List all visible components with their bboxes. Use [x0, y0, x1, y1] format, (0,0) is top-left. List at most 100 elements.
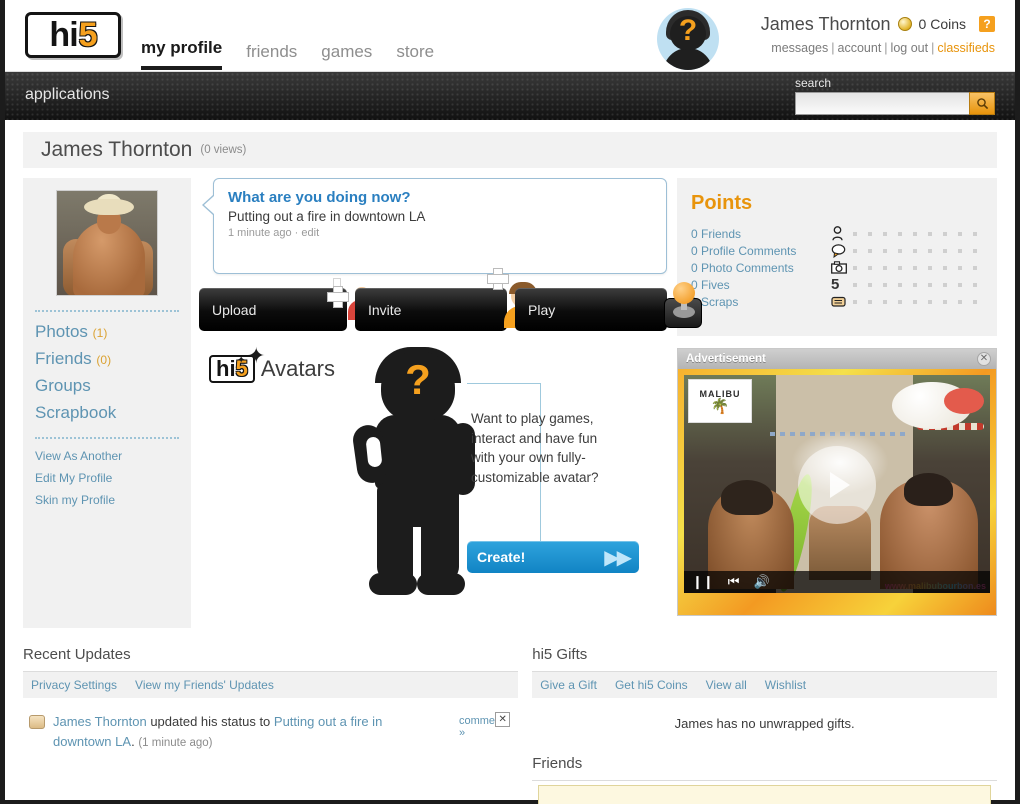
link-separator-1: |	[831, 41, 835, 55]
photo-hat-brim	[84, 199, 134, 215]
link-get-hi5-coins[interactable]: Get hi5 Coins	[615, 678, 688, 692]
photo-upload-icon	[327, 278, 376, 320]
play-overlay-button[interactable]	[798, 445, 876, 524]
previous-button[interactable]: ⏮	[728, 574, 740, 590]
advertisement-header: Advertisement ✕	[678, 349, 996, 369]
points-title: Points	[691, 192, 753, 214]
link-view-friends-updates[interactable]: View my Friends' Updates	[135, 678, 274, 692]
ad-scene-person-right-head	[904, 473, 954, 506]
figure-shoe-left	[369, 573, 417, 595]
update-period: .	[131, 733, 135, 749]
avatars-promo: hi5 Avatars ✦ ✦ ? Want to play games, in…	[199, 341, 667, 603]
action-buttons: Upload Invite Play	[199, 268, 702, 331]
hi5-logo[interactable]: hi 5	[25, 12, 121, 58]
camera-icon	[831, 261, 853, 274]
sidebar-item-friends[interactable]: Friends (0)	[35, 349, 179, 369]
left-main-column: Photos (1) Friends (0) Groups Scrapbook …	[23, 178, 702, 628]
malibu-logo: MALIBU 🌴	[688, 379, 752, 423]
user-links: messages | account | log out | classifieds	[761, 41, 995, 55]
five-icon: 5	[831, 276, 840, 293]
main-body: Photos (1) Friends (0) Groups Scrapbook …	[23, 178, 997, 628]
person-icon	[831, 226, 853, 241]
page-root: hi 5 my profile friends games store ? Jam…	[0, 0, 1020, 804]
sidebar-item-view-as-another[interactable]: View As Another	[35, 449, 179, 463]
speech-bubble-glyph	[831, 243, 846, 258]
dismiss-update-button[interactable]: ✕	[495, 712, 511, 727]
link-classifieds[interactable]: classifieds	[937, 41, 995, 55]
pause-button[interactable]: ❙❙	[692, 574, 714, 590]
search-icon	[976, 98, 988, 110]
update-actor-link[interactable]: James Thornton	[53, 714, 147, 729]
points-label-friends: 0 Friends	[691, 226, 742, 241]
gifts-title: hi5 Gifts	[532, 646, 997, 672]
link-privacy-settings[interactable]: Privacy Settings	[31, 678, 117, 692]
volume-button[interactable]: 🔊	[754, 574, 770, 590]
profile-photo[interactable]	[56, 190, 158, 296]
link-messages[interactable]: messages	[771, 41, 828, 55]
points-panel: Points 0 Friends 0 Profile Comments 0 Ph…	[677, 178, 997, 336]
sidebar-item-photos[interactable]: Photos (1)	[35, 322, 179, 342]
sidebar-item-friends-count: (0)	[96, 353, 112, 367]
points-row-scraps: 1 Scraps	[691, 293, 983, 310]
play-button[interactable]: Play	[515, 282, 702, 331]
ad-scene-melon	[944, 388, 984, 415]
joystick-knob	[673, 282, 695, 304]
figure-leg-gap	[413, 527, 421, 583]
nav-item-friends[interactable]: friends	[246, 42, 297, 70]
help-icon[interactable]: ?	[979, 16, 995, 32]
advertisement-body[interactable]: MALIBU 🌴 www.malibubourbon.es ❙❙ ⏮ 🔊	[678, 369, 996, 615]
nav-item-games[interactable]: games	[321, 42, 372, 70]
profile-views: (0 views)	[200, 144, 247, 156]
points-label-scraps: 1 Scraps	[691, 294, 739, 309]
link-view-all-gifts[interactable]: View all	[706, 678, 747, 692]
sidebar-item-groups[interactable]: Groups	[35, 376, 179, 396]
nav-item-my-profile[interactable]: my profile	[141, 38, 223, 70]
scroll-icon	[29, 715, 45, 729]
logo-text-five: 5	[78, 16, 98, 54]
advertisement-title: Advertisement	[686, 353, 766, 365]
upload-button-label: Upload	[212, 301, 257, 318]
sidebar-item-skin-my-profile[interactable]: Skin my Profile	[35, 493, 179, 507]
friends-section-title: Friends	[532, 755, 997, 781]
upload-button[interactable]: Upload	[199, 278, 376, 331]
figure-shoe-right	[417, 573, 465, 595]
link-account[interactable]: account	[838, 41, 882, 55]
points-row-friends: 0 Friends	[691, 225, 983, 242]
points-dots-scraps	[853, 299, 977, 304]
divider-top	[35, 310, 179, 312]
applications-bar: applications search	[5, 72, 1015, 120]
create-avatar-button[interactable]: Create! ▶▶	[467, 541, 639, 573]
link-wishlist[interactable]: Wishlist	[765, 678, 806, 692]
sidebar-secondary-links: View As Another Edit My Profile Skin my …	[23, 449, 191, 507]
link-give-a-gift[interactable]: Give a Gift	[540, 678, 597, 692]
page-title: James Thornton (0 views)	[23, 132, 997, 168]
nav-item-store[interactable]: store	[396, 42, 434, 70]
recent-updates-links: Privacy Settings View my Friends' Update…	[23, 672, 519, 698]
scroll-glyph	[831, 296, 846, 307]
gifts-section: hi5 Gifts Give a Gift Get hi5 Coins View…	[532, 646, 997, 804]
points-label-photo-comments: 0 Photo Comments	[691, 260, 794, 275]
close-icon[interactable]: ✕	[977, 352, 991, 366]
applications-label[interactable]: applications	[25, 86, 110, 104]
update-item: James Thornton updated his status to Put…	[23, 698, 518, 752]
advertisement-panel: Advertisement ✕ MALIBU 🌴 ❙❙ ⏮ 🔊	[677, 348, 997, 616]
status-meta: 1 minute ago · edit	[228, 227, 652, 239]
status-time: 1 minute ago	[228, 227, 292, 239]
search-button[interactable]	[969, 92, 995, 115]
user-avatar[interactable]: ?	[657, 8, 719, 70]
link-log-out[interactable]: log out	[891, 41, 929, 55]
person-glyph	[832, 226, 843, 241]
profile-sidebar: Photos (1) Friends (0) Groups Scrapbook …	[23, 178, 191, 628]
sidebar-item-edit-my-profile[interactable]: Edit My Profile	[35, 471, 179, 485]
status-edit-link[interactable]: edit	[301, 227, 319, 239]
points-dots-fives	[853, 282, 977, 287]
friends-list-container	[538, 785, 991, 804]
sidebar-item-scrapbook[interactable]: Scrapbook	[35, 403, 179, 423]
status-bubble[interactable]: What are you doing now? Putting out a fi…	[213, 178, 667, 274]
update-time: (1 minute ago)	[138, 736, 213, 749]
promo-connector-horizontal	[467, 383, 541, 384]
update-verb: updated his status to	[146, 714, 274, 729]
points-row-fives: 0 Fives 5	[691, 276, 983, 293]
search-input[interactable]	[795, 92, 969, 115]
invite-button[interactable]: Invite	[355, 268, 542, 331]
